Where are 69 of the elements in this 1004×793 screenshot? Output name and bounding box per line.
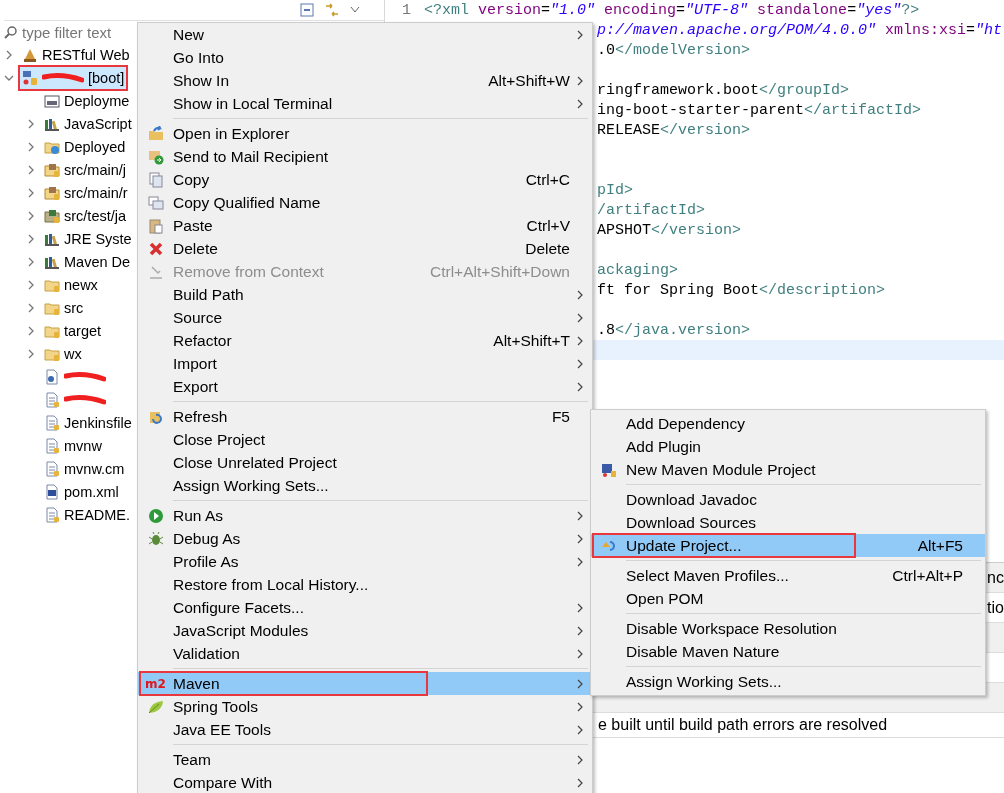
menu-item-label: Restore from Local History...: [173, 575, 369, 594]
code-line: .0</modelVersion>: [597, 41, 751, 59]
shortcut-text: Ctrl+Alt+Shift+Down: [430, 262, 570, 281]
shortcut-text: Delete: [525, 239, 570, 258]
code-line: ft for Spring Boot</description>: [597, 281, 886, 299]
shortcut-text: F5: [551, 407, 570, 426]
menu-item-label: Close Project: [173, 430, 266, 449]
menu-item-label: Configure Facets...: [173, 598, 304, 617]
menu-item-label: Compare With: [173, 773, 273, 792]
line-number: 1: [401, 1, 411, 19]
menu-item-label: Download Sources: [626, 513, 757, 532]
code-line: ringframework.boot</groupId>: [597, 81, 850, 99]
code-line: APSHOT</version>: [597, 221, 742, 239]
menu-item-label: Update Project...: [626, 536, 742, 555]
menu-item-label: Assign Working Sets...: [626, 672, 782, 691]
menu-item-label: Run As: [173, 506, 223, 525]
menu-item-label: Select Maven Profiles...: [626, 566, 789, 585]
menu-item-label: Remove from Context: [173, 262, 324, 281]
menu-item-label: Copy Qualified Name: [173, 193, 321, 212]
menu-item-label: Refresh: [173, 407, 228, 426]
menu-item-label: New: [173, 25, 204, 44]
code-line: ackaging>: [597, 261, 678, 279]
menu-item-label: Team: [173, 750, 211, 769]
menu-item-label: New Maven Module Project: [626, 460, 816, 479]
menu-item-label: Open POM: [626, 589, 704, 608]
menu-item-label: Disable Workspace Resolution: [626, 619, 837, 638]
menu-item-label: Show In: [173, 71, 229, 90]
menu-item-label: Build Path: [173, 285, 244, 304]
menu-item-label: Open in Explorer: [173, 124, 290, 143]
code-line: /artifactId>: [597, 201, 706, 219]
menu-item-label: Import: [173, 354, 217, 373]
table-cell: tio: [987, 598, 1004, 617]
menu-item-label: Disable Maven Nature: [626, 642, 780, 661]
code-line: RELEASE</version>: [597, 121, 751, 139]
menu-item-label: Export: [173, 377, 218, 396]
menu-item-label: Go Into: [173, 48, 224, 67]
menu-item-label: Profile As: [173, 552, 239, 571]
menu-item-label: Delete: [173, 239, 218, 258]
menu-item-label: Maven: [173, 674, 220, 693]
menu-item-label: Source: [173, 308, 223, 327]
shortcut-text: Alt+Shift+W: [488, 71, 570, 90]
problem-message: e built until build path errors are resolved: [598, 716, 888, 734]
menu-item-label: Refactor: [173, 331, 232, 350]
menu-item-label: Send to Mail Recipient: [173, 147, 329, 166]
shortcut-text: Ctrl+C: [525, 170, 570, 189]
menu-item-label: Spring Tools: [173, 697, 258, 716]
m2-label: m2: [145, 676, 166, 691]
shortcut-text: Ctrl+Alt+P: [892, 566, 963, 585]
code-line: p://maven.apache.org/POM/4.0.0" xmlns:xsi="ht: [597, 21, 1003, 39]
menu-item-label: Copy: [173, 170, 210, 189]
menu-item-label: Add Dependency: [626, 414, 745, 433]
menu-item-label: Download Javadoc: [626, 490, 757, 509]
menu-item-label: Paste: [173, 216, 213, 235]
menu-item-label: Validation: [173, 644, 240, 663]
menu-item-label: Assign Working Sets...: [173, 476, 329, 495]
table-cell: nc: [987, 568, 1004, 587]
menu-item-label: Show in Local Terminal: [173, 94, 333, 113]
code-line: ing-boot-starter-parent</artifactId>: [597, 101, 922, 119]
code-line: <?xml version="1.0" encoding="UTF-8" standalone="yes"?>: [424, 1, 920, 19]
shortcut-text: Ctrl+V: [526, 216, 570, 235]
menu-item-label: Close Unrelated Project: [173, 453, 337, 472]
shortcut-text: Alt+F5: [917, 536, 963, 555]
menu-item-label: Add Plugin: [626, 437, 701, 456]
code-line: pId>: [597, 181, 633, 199]
shortcut-text: Alt+Shift+T: [493, 331, 570, 350]
menu-item-label: Java EE Tools: [173, 720, 271, 739]
code-line: .8</java.version>: [597, 321, 751, 339]
menu-item-label: Debug As: [173, 529, 241, 548]
menu-item-label: JavaScript Modules: [173, 621, 309, 640]
